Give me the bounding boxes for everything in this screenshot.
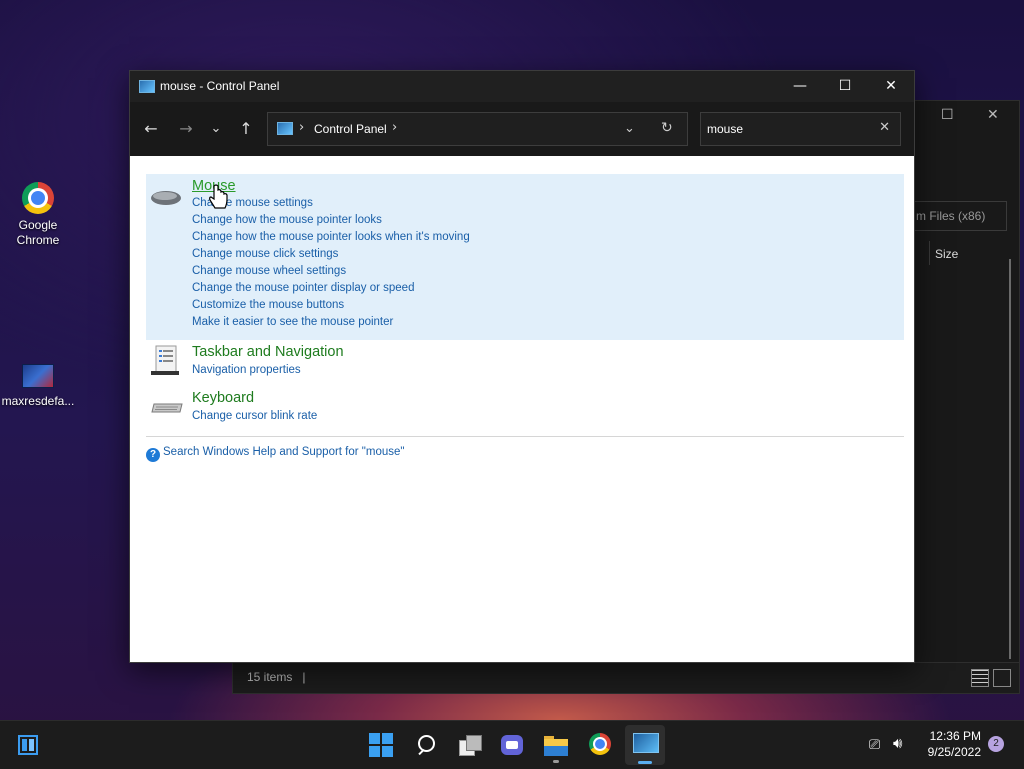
control-panel-icon: [277, 122, 293, 135]
desktop-icon-chrome[interactable]: Google Chrome: [0, 182, 76, 248]
start-icon[interactable]: [369, 733, 393, 757]
result-link[interactable]: Change mouse click settings: [192, 248, 338, 260]
desktop-icon-label: Chrome: [16, 233, 60, 247]
chat-icon[interactable]: [500, 733, 524, 757]
result-link[interactable]: Customize the mouse buttons: [192, 299, 344, 311]
desktop-icon-label: maxresdefa...: [1, 394, 75, 408]
recent-locations-button[interactable]: ⌄: [206, 119, 226, 139]
keyboard-icon: [151, 403, 183, 413]
help-search-link[interactable]: ? Search Windows Help and Support for "mo…: [146, 446, 404, 462]
widgets-icon[interactable]: [16, 733, 40, 757]
search-input[interactable]: [707, 120, 867, 138]
result-link[interactable]: Make it easier to see the mouse pointer: [192, 316, 393, 328]
desktop-icon-image[interactable]: maxresdefa...: [0, 364, 76, 409]
desktop-icon-label: Google: [18, 218, 58, 232]
clock-time: 12:36 PM: [929, 729, 981, 743]
scrollbar[interactable]: [1009, 259, 1011, 659]
control-panel-taskbar-button[interactable]: [625, 725, 665, 765]
result-title-taskbar[interactable]: Taskbar and Navigation: [192, 344, 344, 360]
chrome-icon[interactable]: [589, 733, 613, 757]
maximize-icon[interactable]: ☐: [941, 107, 954, 123]
control-panel-icon: [139, 80, 155, 93]
task-view-icon[interactable]: [457, 733, 482, 757]
title-bar[interactable]: mouse - Control Panel — ☐ ✕: [130, 71, 914, 102]
forward-button[interactable]: →: [176, 119, 196, 139]
chrome-icon: [22, 182, 54, 214]
window-title: mouse - Control Panel: [160, 79, 280, 93]
result-mouse[interactable]: Mouse Change mouse settings Change how t…: [146, 174, 904, 340]
address-bar[interactable]: › Control Panel › ⌄ ↻: [267, 112, 688, 146]
column-header-size[interactable]: Size: [935, 247, 958, 261]
volume-icon[interactable]: 🔊︎: [893, 735, 902, 752]
navigation-toolbar: ← → ⌄ ↑ › Control Panel › ⌄ ↻ ✕: [130, 102, 914, 156]
breadcrumb-control-panel[interactable]: Control Panel: [314, 122, 387, 136]
result-link[interactable]: Change mouse wheel settings: [192, 265, 346, 277]
minimize-button[interactable]: —: [777, 71, 823, 102]
result-link[interactable]: Navigation properties: [192, 364, 301, 376]
divider: [146, 436, 904, 437]
taskbar-icon: [151, 345, 179, 375]
control-panel-window: mouse - Control Panel — ☐ ✕ ← → ⌄ ↑ › Co…: [129, 70, 915, 663]
result-link[interactable]: Change the mouse pointer display or spee…: [192, 282, 414, 294]
image-thumbnail-icon: [22, 364, 54, 388]
help-link-text[interactable]: Search Windows Help and Support for "mou…: [163, 446, 404, 458]
taskbar: ⎚ 🔊︎ 12:36 PM 9/25/2022 2: [0, 720, 1024, 769]
network-icon[interactable]: ⎚: [869, 736, 880, 753]
result-keyboard[interactable]: Keyboard Change cursor blink rate: [146, 390, 904, 432]
back-button[interactable]: ←: [141, 119, 161, 139]
search-box[interactable]: ✕: [700, 112, 901, 146]
result-link[interactable]: Change cursor blink rate: [192, 410, 317, 422]
result-taskbar-navigation[interactable]: Taskbar and Navigation Navigation proper…: [146, 344, 904, 386]
maximize-button[interactable]: ☐: [822, 71, 868, 102]
column-header-program-files[interactable]: m Files (x86): [913, 201, 1007, 231]
up-button[interactable]: ↑: [236, 119, 256, 139]
address-dropdown-button[interactable]: ⌄: [624, 121, 635, 136]
mouse-icon: [151, 191, 181, 205]
file-explorer-icon[interactable]: [544, 733, 568, 763]
large-icons-view-icon[interactable]: [993, 669, 1011, 687]
breadcrumb-separator[interactable]: ›: [299, 120, 304, 135]
search-icon[interactable]: [414, 733, 438, 757]
details-view-icon[interactable]: [971, 669, 989, 687]
clock[interactable]: 12:36 PM 9/25/2022: [926, 729, 981, 759]
results-pane: Mouse Change mouse settings Change how t…: [130, 156, 914, 662]
close-icon[interactable]: ✕: [987, 107, 999, 123]
clear-search-button[interactable]: ✕: [879, 120, 890, 135]
hand-cursor-icon: [209, 184, 228, 209]
column-divider[interactable]: [929, 241, 930, 265]
item-count: 15 items |: [247, 670, 306, 684]
close-button[interactable]: ✕: [868, 71, 914, 102]
breadcrumb-separator[interactable]: ›: [392, 120, 397, 135]
help-icon: ?: [146, 448, 160, 462]
result-link[interactable]: Change how the mouse pointer looks: [192, 214, 382, 226]
status-bar: 15 items |: [233, 662, 1019, 693]
notification-badge[interactable]: 2: [988, 736, 1004, 752]
clock-date: 9/25/2022: [927, 745, 981, 759]
result-title-keyboard[interactable]: Keyboard: [192, 390, 254, 406]
refresh-button[interactable]: ↻: [661, 120, 673, 136]
result-link[interactable]: Change how the mouse pointer looks when …: [192, 231, 470, 243]
